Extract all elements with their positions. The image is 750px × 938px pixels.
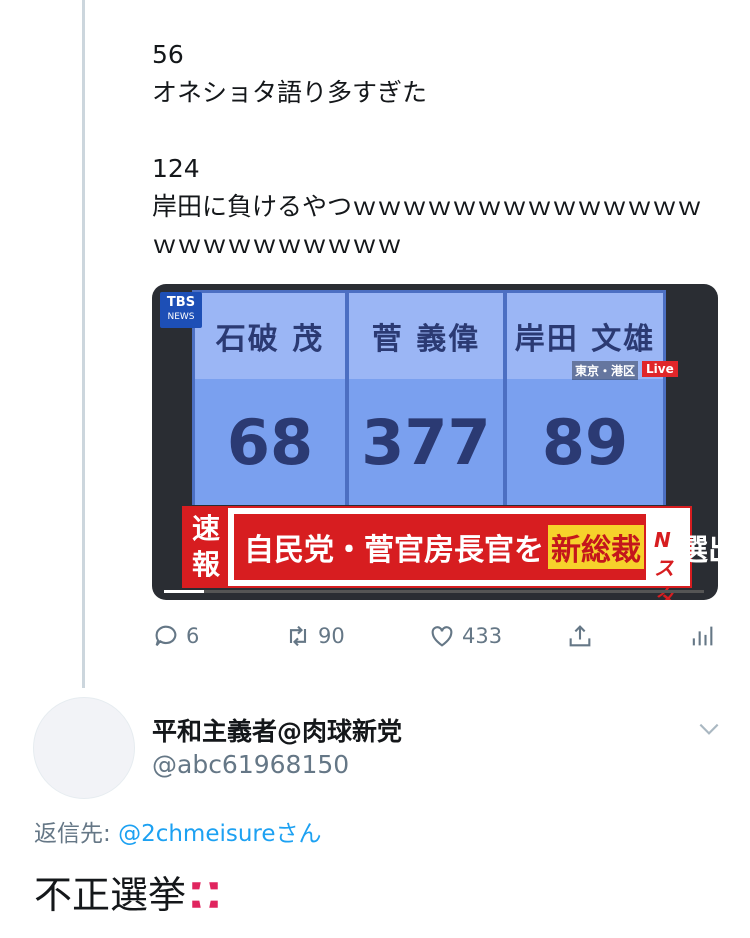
tweet-text-b-line1: 岸田に負けるやつｗｗｗｗｗｗｗｗｗｗｗｗｗｗ bbox=[152, 192, 703, 221]
breaking-news-banner: 速報 自民党・菅官房長官を 新総裁 に選出 Nスタ bbox=[182, 506, 718, 600]
analytics-icon bbox=[692, 626, 713, 646]
share-icon bbox=[569, 625, 591, 647]
like-count: 433 bbox=[462, 624, 503, 648]
tweet-text-a: オネショタ語り多すぎた bbox=[152, 78, 428, 107]
video-progress-bar[interactable] bbox=[164, 590, 704, 593]
reply-count: 6 bbox=[186, 624, 200, 648]
reply-to-label: 返信先: bbox=[34, 821, 119, 847]
board-divider bbox=[503, 293, 507, 505]
tweet-video-thumbnail[interactable]: 石破 茂 菅 義偉 岸田 文雄 68 377 89 TBS NEWS 東京・港区… bbox=[152, 284, 718, 600]
reply-button[interactable]: 6 bbox=[152, 614, 199, 658]
retweet-icon bbox=[289, 625, 307, 647]
reply-suffix: さん bbox=[275, 821, 322, 847]
tweet-body: 不正選挙 bbox=[34, 864, 222, 919]
retweet-count: 90 bbox=[318, 624, 345, 648]
tweet-text-block-2: 124 岸田に負けるやつｗｗｗｗｗｗｗｗｗｗｗｗｗｗ ｗｗｗｗｗｗｗｗｗｗ bbox=[152, 150, 722, 264]
like-button[interactable]: 433 bbox=[428, 614, 502, 658]
tweet-actions: 6 90 433 bbox=[152, 614, 718, 658]
anger-symbol-icon bbox=[192, 882, 218, 908]
candidate-votes-2: 377 bbox=[349, 379, 503, 505]
video-progress-fill bbox=[164, 590, 204, 593]
thread-line bbox=[82, 0, 85, 688]
board-divider bbox=[345, 293, 349, 505]
avatar[interactable] bbox=[33, 697, 135, 799]
user-handle[interactable]: @abc61968150 bbox=[152, 750, 349, 779]
retweet-button[interactable]: 90 bbox=[284, 614, 345, 658]
headline-caption: 自民党・菅官房長官を 新総裁 に選出 bbox=[234, 514, 718, 580]
tweet-body-text: 不正選挙 bbox=[34, 873, 187, 917]
vote-board: 石破 茂 菅 義偉 岸田 文雄 68 377 89 bbox=[192, 290, 666, 505]
nsta-logo: Nスタ bbox=[654, 528, 674, 600]
candidate-name-1: 石破 茂 bbox=[195, 293, 345, 379]
breaking-label: 速報 bbox=[184, 508, 228, 586]
candidate-votes-3: 89 bbox=[507, 379, 663, 505]
candidate-name-2: 菅 義偉 bbox=[349, 293, 503, 379]
reply-icon bbox=[155, 625, 177, 647]
headline-pre: 自民党・菅官房長官を bbox=[244, 533, 544, 568]
tbs-logo-line2: NEWS bbox=[167, 312, 195, 322]
chevron-down-icon[interactable] bbox=[696, 716, 722, 742]
live-badge: Live bbox=[642, 361, 678, 377]
tbs-logo-line1: TBS bbox=[166, 295, 196, 310]
reply-mention-link[interactable]: @2chmeisure bbox=[118, 821, 275, 847]
reply-to-line: 返信先: @2chmeisureさん bbox=[34, 814, 322, 848]
tweet-text-b-line2: ｗｗｗｗｗｗｗｗｗｗ bbox=[152, 230, 403, 259]
display-name[interactable]: 平和主義者@肉球新党 bbox=[152, 712, 402, 748]
share-button[interactable] bbox=[566, 614, 600, 658]
candidate-votes-1: 68 bbox=[195, 379, 345, 505]
location-caption: 東京・港区 bbox=[572, 361, 639, 380]
tweet-number-a: 56 bbox=[152, 40, 184, 69]
headline-highlight: 新総裁 bbox=[548, 525, 644, 569]
heart-icon bbox=[431, 626, 453, 647]
tweet-number-b: 124 bbox=[152, 154, 200, 183]
tbs-news-logo: TBS NEWS bbox=[160, 292, 202, 328]
analytics-button[interactable] bbox=[688, 614, 722, 658]
tweet-text-block-1: 56 オネショタ語り多すぎた bbox=[152, 36, 427, 112]
